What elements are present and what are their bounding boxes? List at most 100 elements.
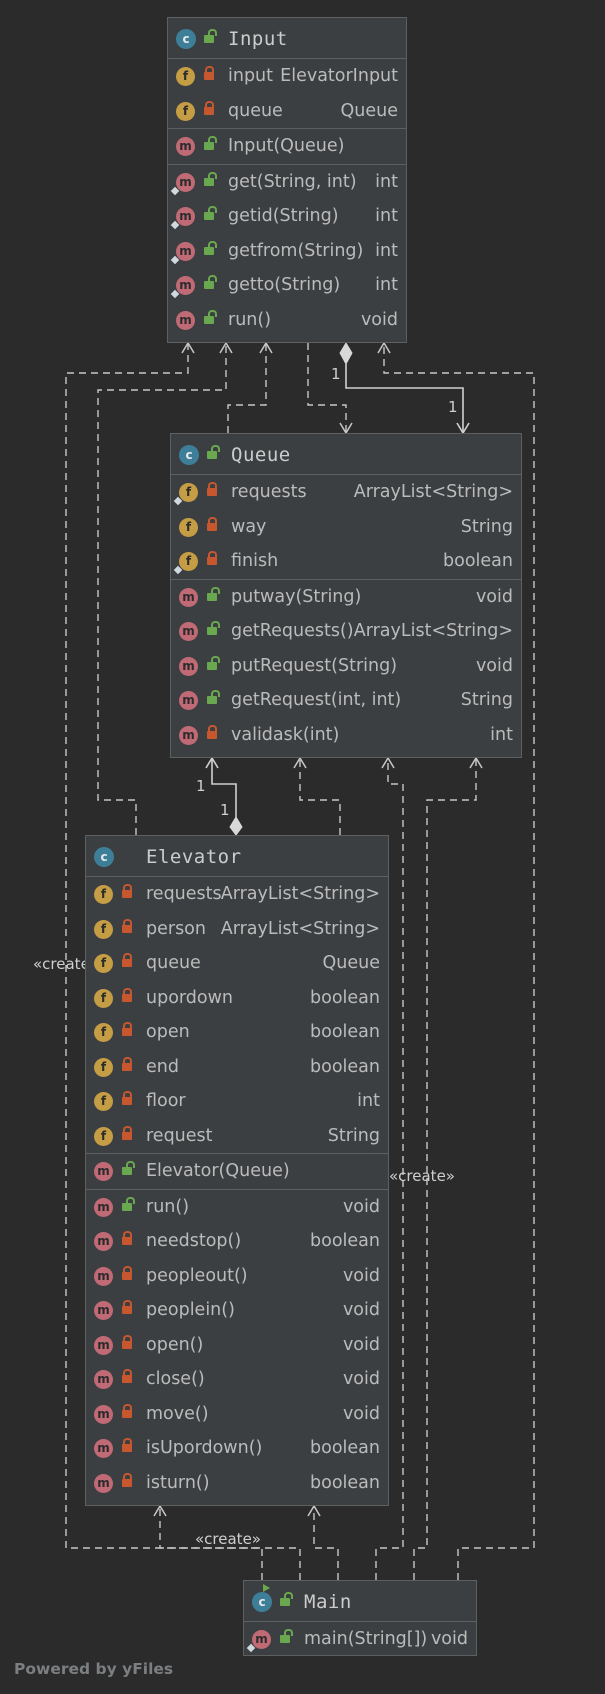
private-icon bbox=[122, 1265, 132, 1280]
field-row[interactable]: f floor int bbox=[86, 1084, 388, 1119]
field-row[interactable]: f way String bbox=[171, 510, 521, 545]
multiplicity-label: 1 bbox=[331, 365, 341, 383]
method-icon: m bbox=[94, 1404, 113, 1424]
field-type: ArrayList<String> bbox=[353, 482, 513, 502]
method-name: validask(int) bbox=[231, 724, 340, 745]
public-icon bbox=[204, 206, 217, 220]
method-row[interactable]: m close() void bbox=[86, 1362, 388, 1397]
method-row[interactable]: m peopleout() void bbox=[86, 1259, 388, 1294]
method-row[interactable]: m run() void bbox=[168, 303, 406, 338]
class-header: c Elevator bbox=[86, 836, 388, 877]
field-row[interactable]: f requests ArrayList<String> bbox=[171, 475, 521, 510]
field-icon: f bbox=[179, 552, 198, 571]
powered-by-footer: Powered by yFiles bbox=[14, 1660, 174, 1678]
method-row[interactable]: m main(String[]) void bbox=[244, 1622, 476, 1657]
class-name: Main bbox=[304, 1591, 352, 1613]
methods-section: m putway(String) void m getRequests() Ar… bbox=[171, 580, 521, 753]
create-stereotype-label: «create» bbox=[195, 1530, 261, 1548]
method-icon: m bbox=[94, 1162, 113, 1181]
field-icon: f bbox=[94, 919, 113, 939]
method-row[interactable]: m isUpordown() boolean bbox=[86, 1431, 388, 1466]
method-name: getto(String) bbox=[228, 275, 341, 295]
field-row[interactable]: f end boolean bbox=[86, 1050, 388, 1085]
field-name: finish bbox=[231, 551, 279, 571]
method-return-type: void bbox=[342, 1369, 380, 1389]
field-type: ArrayList<String> bbox=[220, 884, 380, 904]
method-name: isUpordown() bbox=[146, 1438, 263, 1458]
method-return-type: boolean bbox=[310, 1472, 380, 1493]
edge-queue-input bbox=[227, 343, 267, 433]
method-name: get(String, int) bbox=[228, 171, 357, 192]
method-row[interactable]: m getRequest(int, int) String bbox=[171, 683, 521, 718]
field-icon: f bbox=[94, 1023, 113, 1042]
method-row[interactable]: m putRequest(String) void bbox=[171, 649, 521, 684]
method-return-type: boolean bbox=[310, 1231, 380, 1251]
method-row[interactable]: m run() void bbox=[86, 1190, 388, 1225]
method-return-type: void bbox=[475, 655, 513, 676]
method-name: isturn() bbox=[146, 1472, 210, 1493]
class-icon: c bbox=[179, 445, 199, 465]
field-name: queue bbox=[228, 100, 283, 121]
class-header: c Input bbox=[168, 18, 406, 59]
field-row[interactable]: f queue Queue bbox=[168, 94, 406, 129]
field-icon: f bbox=[176, 67, 195, 86]
field-row[interactable]: f upordown boolean bbox=[86, 981, 388, 1016]
private-icon bbox=[207, 724, 217, 739]
method-row[interactable]: m getto(String) int bbox=[168, 268, 406, 303]
field-row[interactable]: f input ElevatorInput bbox=[168, 59, 406, 94]
class-name: Elevator bbox=[146, 846, 242, 868]
class-icon: c bbox=[94, 847, 114, 867]
class-input[interactable]: c Input f input ElevatorInput f queue Qu… bbox=[167, 17, 407, 343]
method-icon: m bbox=[94, 1335, 113, 1355]
methods-section: m get(String, int) int m getid(String) i… bbox=[168, 165, 406, 338]
method-name: getRequests() bbox=[231, 621, 354, 641]
field-row[interactable]: f queue Queue bbox=[86, 946, 388, 981]
method-name: move() bbox=[146, 1403, 209, 1424]
edge-input-queue-aggregation bbox=[345, 364, 464, 433]
field-name: floor bbox=[146, 1091, 186, 1111]
method-return-type: ArrayList<String> bbox=[353, 621, 513, 641]
private-icon bbox=[207, 482, 217, 496]
method-name: needstop() bbox=[146, 1231, 242, 1251]
method-name: peoplein() bbox=[146, 1300, 235, 1320]
method-row[interactable]: m getid(String) int bbox=[168, 199, 406, 234]
field-row[interactable]: f finish boolean bbox=[171, 544, 521, 579]
class-main[interactable]: c Main m main(String[]) void bbox=[243, 1580, 477, 1656]
method-row[interactable]: m move() void bbox=[86, 1397, 388, 1432]
method-return-type: int bbox=[490, 724, 513, 745]
method-row[interactable]: m get(String, int) int bbox=[168, 165, 406, 200]
method-row[interactable]: m needstop() boolean bbox=[86, 1224, 388, 1259]
field-row[interactable]: f requests ArrayList<String> bbox=[86, 877, 388, 912]
method-icon: m bbox=[176, 207, 195, 226]
method-row[interactable]: m peoplein() void bbox=[86, 1293, 388, 1328]
fields-section: f input ElevatorInput f queue Queue bbox=[168, 59, 406, 129]
constructor-row[interactable]: m Input(Queue) bbox=[168, 129, 406, 164]
field-row[interactable]: f open boolean bbox=[86, 1015, 388, 1050]
method-name: getRequest(int, int) bbox=[231, 690, 402, 710]
method-row[interactable]: m validask(int) int bbox=[171, 718, 521, 753]
method-row[interactable]: m putway(String) void bbox=[171, 580, 521, 615]
method-icon: m bbox=[176, 276, 195, 295]
method-row[interactable]: m isturn() boolean bbox=[86, 1466, 388, 1501]
class-queue[interactable]: c Queue f requests ArrayList<String> f w… bbox=[170, 433, 522, 758]
method-name: getfrom(String) bbox=[228, 240, 364, 261]
field-icon: f bbox=[94, 1126, 113, 1146]
field-icon: f bbox=[176, 101, 195, 121]
field-name: person bbox=[146, 918, 206, 939]
field-row[interactable]: f person ArrayList<String> bbox=[86, 912, 388, 947]
constructors-section: m Elevator(Queue) bbox=[86, 1154, 388, 1190]
constructor-row[interactable]: m Elevator(Queue) bbox=[86, 1154, 388, 1189]
class-elevator[interactable]: c Elevator f requests ArrayList<String> f p… bbox=[85, 835, 389, 1506]
private-icon bbox=[122, 1472, 132, 1487]
field-row[interactable]: f request String bbox=[86, 1119, 388, 1154]
field-name: input bbox=[228, 66, 274, 86]
private-icon bbox=[122, 1369, 132, 1383]
private-icon bbox=[122, 1231, 132, 1245]
edge-main-elevator bbox=[313, 1506, 339, 1580]
method-return-type: void bbox=[475, 586, 513, 607]
method-row[interactable]: m getfrom(String) int bbox=[168, 234, 406, 269]
method-row[interactable]: m open() void bbox=[86, 1328, 388, 1363]
method-icon: m bbox=[179, 656, 198, 676]
method-row[interactable]: m getRequests() ArrayList<String> bbox=[171, 614, 521, 649]
method-name: close() bbox=[146, 1369, 205, 1389]
